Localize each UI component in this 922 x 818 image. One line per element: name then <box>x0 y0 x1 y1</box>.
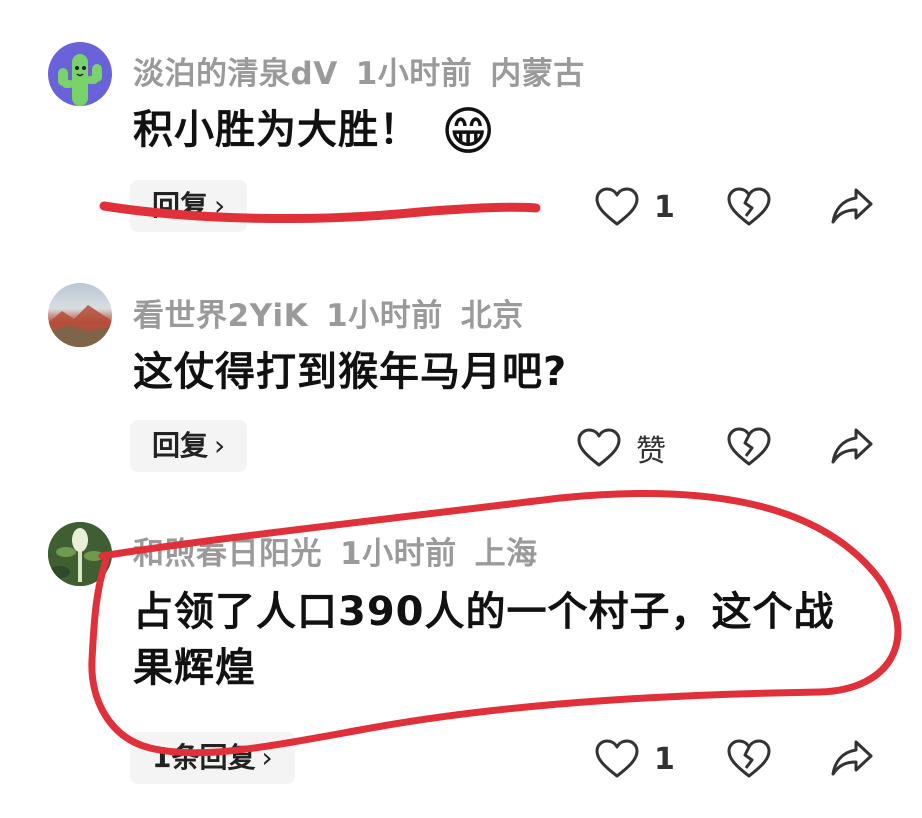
plant-avatar-icon <box>48 522 112 586</box>
chevron-right-icon: › <box>214 189 226 222</box>
like-count: 1 <box>654 741 675 777</box>
reply-button[interactable]: 回复 › <box>130 180 248 232</box>
share-arrow-icon <box>831 428 873 464</box>
chevron-right-icon: › <box>214 429 226 462</box>
comment-time: 1小时前 <box>340 536 457 572</box>
reply-label: 回复 <box>152 189 209 222</box>
reply-label: 1条回复 <box>152 741 256 774</box>
comment-text: 这仗得打到猴年马月吧? <box>133 344 873 400</box>
comment-text: 积小胜为大胜！ 😁 <box>133 102 873 160</box>
broken-heart-icon <box>727 739 771 778</box>
comment-text: 占领了人口390人的一个村子，这个战果辉煌 <box>133 584 873 696</box>
heart-icon <box>577 428 621 467</box>
dislike-button[interactable] <box>726 186 772 228</box>
grin-emoji: 😁 <box>440 102 497 162</box>
reply-button[interactable]: 1条回复 › <box>130 732 295 784</box>
share-arrow-icon <box>831 188 873 224</box>
share-button[interactable] <box>830 426 874 466</box>
like-count: 赞 <box>636 434 666 469</box>
avatar[interactable] <box>48 522 112 586</box>
author-name[interactable]: 和煦春日阳光 <box>133 536 322 572</box>
cactus-avatar-icon <box>58 54 102 106</box>
dislike-button[interactable] <box>726 738 772 780</box>
comment-location: 内蒙古 <box>490 56 585 92</box>
comment-meta: 和煦春日阳光 1小时前 上海 <box>133 528 556 573</box>
like-button[interactable]: 1 <box>594 738 675 780</box>
heart-icon <box>595 739 639 778</box>
share-button[interactable] <box>830 186 874 226</box>
landscape-avatar-icon <box>48 305 112 347</box>
comment-body: 积小胜为大胜！ <box>133 107 420 153</box>
reply-button[interactable]: 回复 › <box>130 420 248 472</box>
share-button[interactable] <box>830 738 874 778</box>
share-arrow-icon <box>831 740 873 776</box>
reply-label: 回复 <box>152 429 209 462</box>
comment-time: 1小时前 <box>355 56 473 92</box>
comment-location: 上海 <box>474 536 538 572</box>
comment-time: 1小时前 <box>326 298 443 334</box>
comment-meta: 淡泊的清泉dV 1小时前 内蒙古 <box>133 48 603 93</box>
comment-meta: 看世界2YiK 1小时前 北京 <box>133 290 542 335</box>
dislike-button[interactable] <box>726 426 772 468</box>
author-name[interactable]: 看世界2YiK <box>133 298 308 334</box>
heart-icon <box>595 187 639 226</box>
comment-location: 北京 <box>460 298 524 334</box>
like-button[interactable]: 赞 <box>576 426 666 470</box>
like-button[interactable]: 1 <box>594 186 675 228</box>
avatar[interactable] <box>48 283 112 347</box>
author-name[interactable]: 淡泊的清泉dV <box>133 56 338 92</box>
avatar[interactable] <box>48 42 112 106</box>
broken-heart-icon <box>727 427 771 466</box>
broken-heart-icon <box>727 187 771 226</box>
like-count: 1 <box>654 189 675 225</box>
comment-body: 这仗得打到猴年马月吧? <box>133 349 568 395</box>
chevron-right-icon: › <box>261 741 273 774</box>
comment-body: 占领了人口390人的一个村子，这个战果辉煌 <box>133 589 835 691</box>
